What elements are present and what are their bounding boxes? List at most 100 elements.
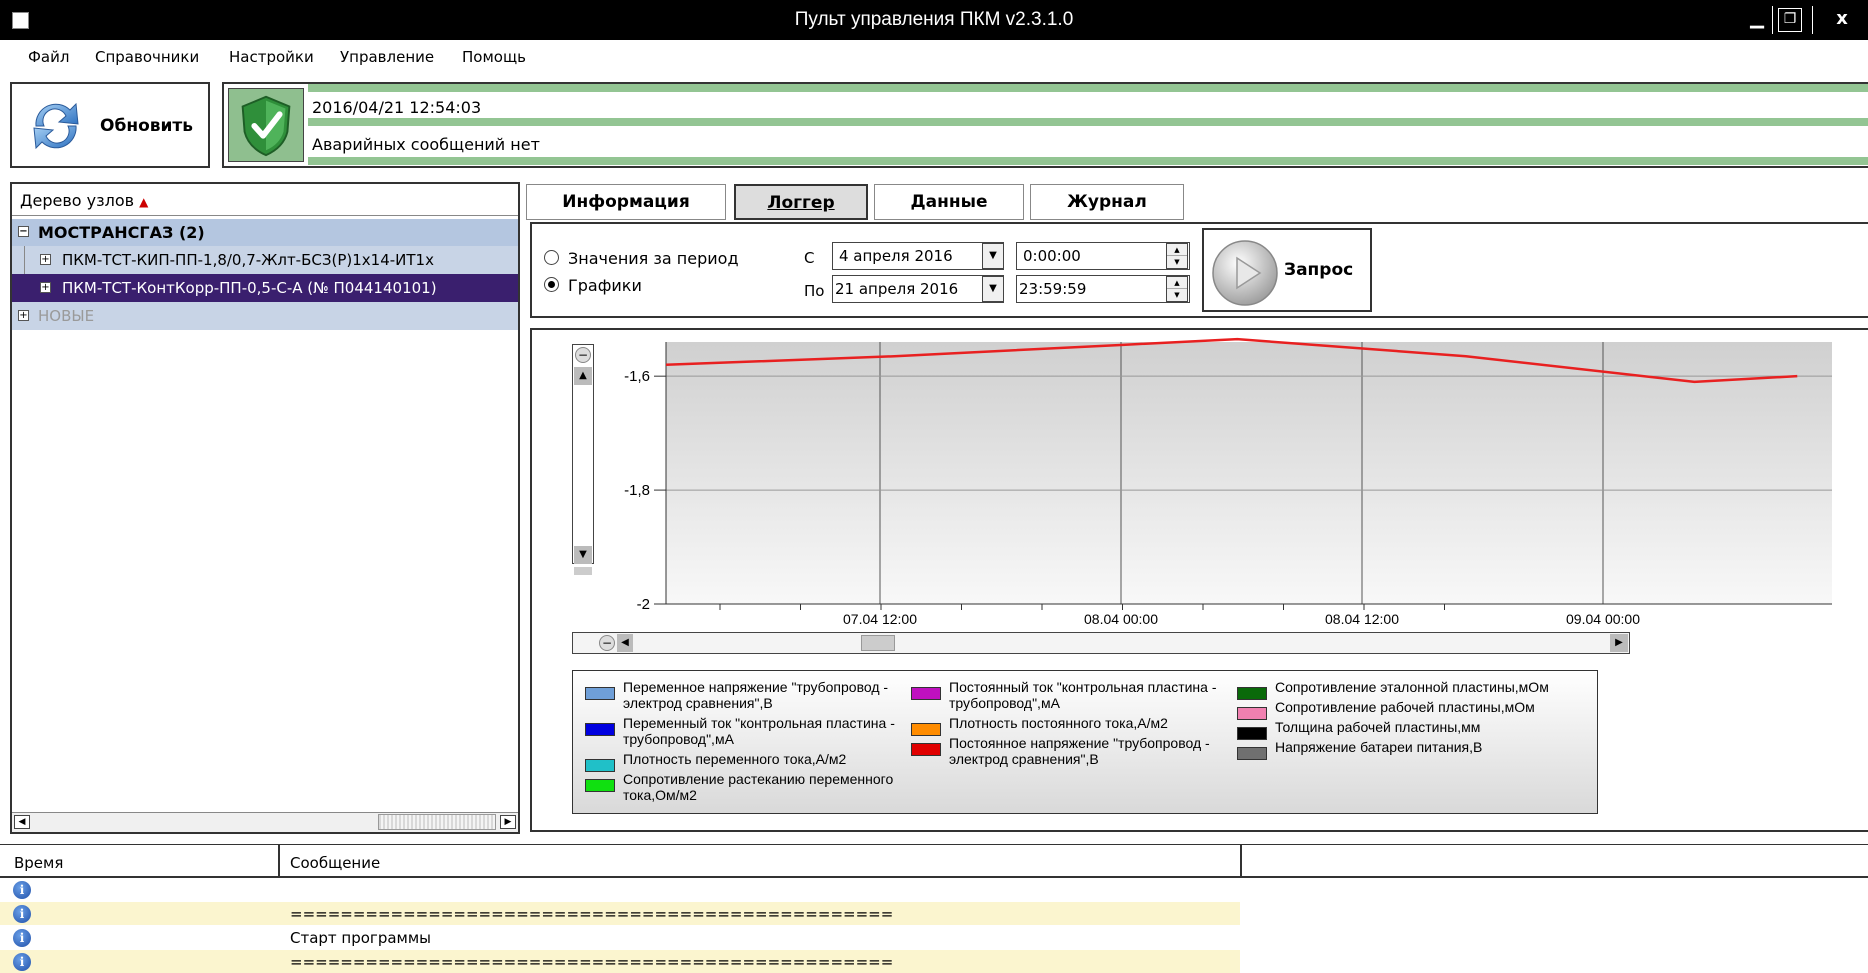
plot-area — [666, 342, 1832, 604]
legend-swatch — [585, 687, 615, 700]
query-label: Запрос — [1284, 260, 1354, 280]
refresh-label: Обновить — [100, 116, 194, 136]
sort-ascending-icon[interactable]: ▲ — [139, 195, 148, 209]
from-date-field[interactable]: 4 апреля 2016 — [832, 242, 1004, 270]
legend-label: Сопротивление растеканию переменного ток… — [623, 771, 894, 803]
tree-item-mostransgaz[interactable]: − МОСТРАНСГАЗ (2) — [12, 219, 518, 247]
legend-swatch — [1237, 687, 1267, 700]
legend-swatch — [585, 779, 615, 792]
zoom-out-icon[interactable]: − — [599, 635, 615, 651]
log-row[interactable]: i =======================================… — [0, 902, 1868, 925]
filter-panel: Значения за период Графики С 4 апреля 20… — [530, 222, 1868, 318]
legend-swatch — [911, 687, 941, 700]
legend-label: Напряжение батареи питания,В — [1275, 739, 1483, 755]
tab-information[interactable]: Информация — [526, 184, 726, 220]
status-stripe — [308, 84, 1868, 92]
scroll-thumb[interactable] — [378, 814, 496, 830]
separator — [1772, 6, 1773, 34]
info-icon: i — [13, 881, 31, 899]
log-row[interactable]: i — [0, 878, 1868, 901]
column-message[interactable]: Сообщение — [290, 854, 380, 872]
x-tick-label: 08.04 00:00 — [1084, 611, 1158, 627]
query-button[interactable]: Запрос — [1202, 228, 1372, 312]
to-time-field[interactable]: 23:59:59 — [1016, 275, 1190, 303]
legend-swatch — [585, 759, 615, 772]
radio-period[interactable] — [544, 250, 559, 265]
expand-icon[interactable]: + — [40, 254, 51, 265]
window-title: Пульт управления ПКМ v2.3.1.0 — [794, 9, 1074, 30]
scroll-right-icon[interactable]: ▶ — [1610, 634, 1628, 652]
menu-directories[interactable]: Справочники — [95, 48, 199, 66]
log-table-header: Время Сообщение — [0, 844, 1868, 878]
to-label: По — [804, 282, 825, 300]
tree-header-label: Дерево узлов ▲ — [20, 191, 149, 210]
info-icon: i — [13, 953, 31, 971]
tree-item-label: ПКМ-ТСТ-КонтКорр-ПП-0,5-С-А (№ П04414010… — [62, 279, 437, 297]
tab-journal[interactable]: Журнал — [1030, 184, 1184, 220]
column-divider[interactable] — [1240, 845, 1242, 877]
to-date-field[interactable]: 21 апреля 2016 — [832, 275, 1004, 303]
menu-file[interactable]: Файл — [28, 48, 69, 66]
menu-help[interactable]: Помощь — [462, 48, 526, 66]
tree-item-pkm-kip[interactable]: + ПКМ-ТСТ-КИП-ПП-1,8/0,7-Жлт-БСЗ(Р)1х14-… — [12, 246, 518, 274]
tree-item-label: НОВЫЕ — [38, 307, 95, 325]
shield-check-icon — [241, 95, 291, 157]
legend-swatch — [911, 743, 941, 756]
log-row[interactable]: i Старт программы — [0, 926, 1868, 949]
tab-bar: Информация Логгер Данные Журнал — [526, 182, 1868, 222]
tree-header[interactable]: Дерево узлов ▲ — [12, 184, 518, 216]
tab-data[interactable]: Данные — [874, 184, 1024, 220]
radio-charts-label[interactable]: Графики — [568, 276, 642, 295]
status-message: Аварийных сообщений нет — [312, 135, 540, 154]
info-icon: i — [13, 905, 31, 923]
column-time[interactable]: Время — [14, 854, 63, 872]
tree-line — [24, 246, 25, 274]
scroll-thumb[interactable] — [861, 635, 895, 651]
radio-period-label[interactable]: Значения за период — [568, 249, 739, 268]
legend-swatch — [1237, 707, 1267, 720]
separator — [1812, 6, 1813, 34]
radio-charts[interactable] — [544, 277, 559, 292]
chart-horizontal-scrollbar[interactable]: − ◀ ▶ — [572, 632, 1630, 654]
legend-swatch — [585, 723, 615, 736]
from-time-spinner[interactable]: ▲ ▼ — [1166, 243, 1188, 269]
maximize-button[interactable]: ❐ — [1778, 8, 1802, 32]
chart-panel: − ▲ ▼ 07.04 12:00 08.04 00:00 08.04 12:00 0… — [530, 328, 1868, 832]
log-message: ========================================… — [290, 953, 894, 971]
scroll-right-icon[interactable]: ▶ — [500, 815, 516, 829]
y-tick-label: -2 — [637, 596, 650, 613]
from-time-field[interactable]: 0:00:00 — [1016, 242, 1190, 270]
node-tree-panel: Дерево узлов ▲ − МОСТРАНСГАЗ (2) + ПКМ-Т… — [10, 182, 520, 834]
close-button[interactable]: x — [1827, 6, 1857, 34]
info-icon: i — [13, 929, 31, 947]
scroll-left-icon[interactable]: ◀ — [617, 634, 633, 652]
legend-swatch — [911, 723, 941, 736]
logger-chart: 07.04 12:00 08.04 00:00 08.04 12:00 09.04 0… — [624, 337, 1832, 627]
minimize-button[interactable]: ▁ — [1742, 6, 1772, 34]
expand-icon[interactable]: + — [18, 310, 29, 321]
tree-item-pkm-kontkorr[interactable]: + ПКМ-ТСТ-КонтКорр-ПП-0,5-С-А (№ П044140… — [12, 274, 518, 302]
log-message: Старт программы — [290, 929, 432, 947]
menu-settings[interactable]: Настройки — [229, 48, 314, 66]
to-time-spinner[interactable]: ▲ ▼ — [1166, 276, 1188, 302]
refresh-button[interactable]: Обновить — [10, 82, 210, 168]
y-tick-label: -1,6 — [624, 368, 650, 385]
expand-icon[interactable]: + — [40, 282, 51, 293]
chevron-down-icon[interactable]: ▼ — [982, 243, 1004, 269]
legend-label: Переменное напряжение "трубопровод - эле… — [623, 679, 889, 711]
tab-logger[interactable]: Логгер — [734, 184, 868, 220]
status-stripe — [308, 157, 1868, 165]
scroll-left-icon[interactable]: ◀ — [14, 815, 30, 829]
status-indicator — [228, 88, 304, 162]
chevron-down-icon[interactable]: ▼ — [982, 276, 1004, 302]
x-tick-label: 07.04 12:00 — [843, 611, 917, 627]
collapse-icon[interactable]: − — [18, 226, 29, 237]
chart-legend: Переменное напряжение "трубопровод - эле… — [572, 670, 1598, 814]
tree-horizontal-scrollbar[interactable]: ◀ ▶ — [12, 812, 518, 832]
tree-item-new[interactable]: + НОВЫЕ — [12, 302, 518, 330]
menu-control[interactable]: Управление — [340, 48, 434, 66]
status-stripe — [308, 118, 1868, 126]
legend-label: Сопротивление рабочей пластины,мОм — [1275, 699, 1535, 715]
legend-label: Плотность переменного тока,А/м2 — [623, 751, 847, 767]
column-divider[interactable] — [278, 845, 280, 877]
